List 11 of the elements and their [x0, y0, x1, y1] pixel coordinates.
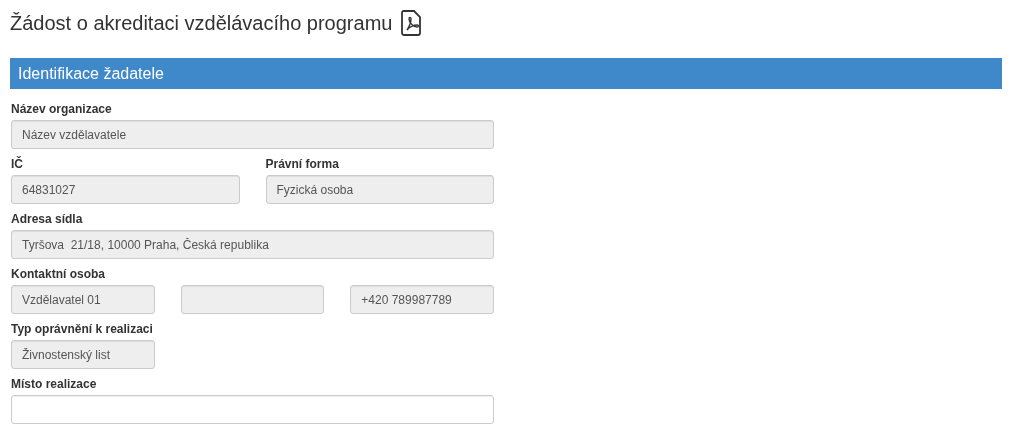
field-label: IČ: [11, 157, 24, 172]
field-label: Název organizace: [11, 102, 113, 117]
input-field[interactable]: [11, 395, 494, 424]
field-label: Kontaktní osoba: [11, 267, 106, 282]
field-label: Místo realizace: [11, 377, 98, 392]
field-label: Typ oprávnění k realizaci: [11, 322, 154, 337]
field-label: Adresa sídla: [11, 212, 84, 227]
pdf-file-icon[interactable]: [400, 10, 423, 36]
section-heading: Identifikace žadatele: [10, 58, 1002, 89]
page-title: Žádost o akreditaci vzdělávacího programu: [10, 11, 393, 36]
field-label: Právní forma: [265, 157, 340, 172]
